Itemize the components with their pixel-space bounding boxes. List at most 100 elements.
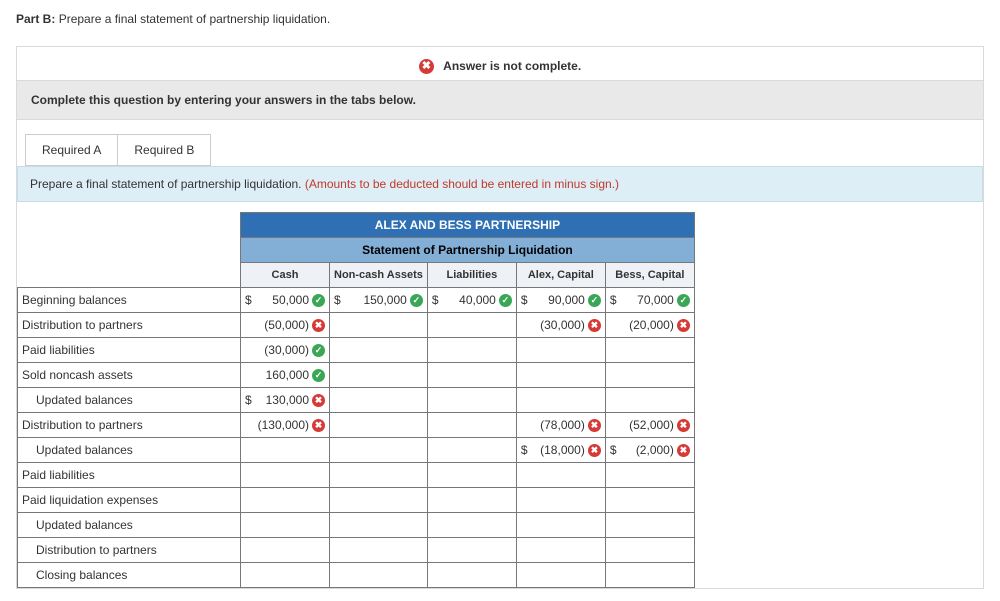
table-cell[interactable]: (50,000)✖ xyxy=(241,313,330,338)
table-cell[interactable] xyxy=(427,513,516,538)
table-cell[interactable] xyxy=(516,488,605,513)
table-row: Updated balances xyxy=(18,513,695,538)
table-cell[interactable] xyxy=(427,463,516,488)
table-cell[interactable] xyxy=(241,463,330,488)
table-cell[interactable]: $150,000✓ xyxy=(330,288,428,313)
table-cell[interactable] xyxy=(330,413,428,438)
table-cell[interactable]: (30,000)✖ xyxy=(516,313,605,338)
table-row: Beginning balances$50,000✓ $150,000 ✓ $40,0… xyxy=(18,288,695,313)
instruction-note: (Amounts to be deducted should be entere… xyxy=(305,177,619,191)
table-cell[interactable] xyxy=(241,563,330,588)
table-cell[interactable] xyxy=(330,313,428,338)
table-cell[interactable] xyxy=(330,338,428,363)
table-cell[interactable] xyxy=(427,338,516,363)
tab-required-b[interactable]: Required B xyxy=(117,134,211,166)
table-row: Sold noncash assets160,000✓ xyxy=(18,363,695,388)
table-row: Closing balances xyxy=(18,563,695,588)
table-cell[interactable]: (78,000)✖ xyxy=(516,413,605,438)
table-cell[interactable] xyxy=(241,488,330,513)
check-icon: ✓ xyxy=(588,294,601,307)
table-cell[interactable] xyxy=(516,463,605,488)
table-cell[interactable] xyxy=(427,563,516,588)
table-cell[interactable] xyxy=(241,513,330,538)
table-cell[interactable] xyxy=(516,338,605,363)
table-cell[interactable] xyxy=(605,563,694,588)
table-cell[interactable]: 160,000✓ xyxy=(241,363,330,388)
row-label: Updated balances xyxy=(18,388,241,413)
table-cell[interactable] xyxy=(427,488,516,513)
table-cell[interactable]: $(18,000)✖ xyxy=(516,438,605,463)
x-icon: ✖ xyxy=(588,419,601,432)
cell-value: (130,000) xyxy=(258,418,309,432)
table-cell[interactable] xyxy=(605,338,694,363)
cell-value: (30,000) xyxy=(264,343,309,357)
col-alex: Alex, Capital xyxy=(516,263,605,288)
row-label: Closing balances xyxy=(18,563,241,588)
table-cell[interactable] xyxy=(427,438,516,463)
table-cell[interactable]: $70,000✓ xyxy=(605,288,694,313)
table-cell[interactable] xyxy=(330,563,428,588)
cell-value: (20,000) xyxy=(629,318,674,332)
table-cell[interactable] xyxy=(605,388,694,413)
completion-alert: ✖ Answer is not complete. xyxy=(17,47,983,80)
table-cell[interactable]: $90,000✓ xyxy=(516,288,605,313)
table-cell[interactable] xyxy=(330,538,428,563)
table-cell[interactable]: $130,000✖ xyxy=(241,388,330,413)
table-cell[interactable] xyxy=(427,388,516,413)
dollar-sign: $ xyxy=(610,293,620,307)
table-cell[interactable] xyxy=(330,488,428,513)
table-cell[interactable] xyxy=(516,388,605,413)
dollar-sign: $ xyxy=(610,443,620,457)
x-icon: ✖ xyxy=(677,319,690,332)
x-icon: ✖ xyxy=(312,419,325,432)
table-cell[interactable] xyxy=(427,538,516,563)
cell-value: 70,000 xyxy=(637,293,674,307)
cell-value: (2,000) xyxy=(636,443,674,457)
table-cell[interactable] xyxy=(330,438,428,463)
table-cell[interactable] xyxy=(605,363,694,388)
cell-value: (18,000) xyxy=(540,443,585,457)
table-cell[interactable] xyxy=(516,538,605,563)
table-cell[interactable] xyxy=(516,563,605,588)
table-cell[interactable] xyxy=(427,413,516,438)
alert-text: Answer is not complete. xyxy=(443,59,581,73)
table-cell[interactable] xyxy=(427,313,516,338)
table-cell[interactable]: $50,000✓ xyxy=(241,288,330,313)
table-cell[interactable]: $40,000✓ xyxy=(427,288,516,313)
tab-required-a[interactable]: Required A xyxy=(25,134,118,166)
table-cell[interactable] xyxy=(330,463,428,488)
table-cell[interactable] xyxy=(605,513,694,538)
check-icon: ✓ xyxy=(312,344,325,357)
table-cell[interactable]: $(2,000)✖ xyxy=(605,438,694,463)
table-cell[interactable] xyxy=(605,488,694,513)
tabs: Required A Required B xyxy=(17,120,983,166)
liquidation-table: ALEX AND BESS PARTNERSHIP Statement of P… xyxy=(17,212,695,588)
cell-value: (78,000) xyxy=(540,418,585,432)
table-cell[interactable]: (20,000)✖ xyxy=(605,313,694,338)
table-cell[interactable] xyxy=(241,538,330,563)
table-cell[interactable] xyxy=(516,363,605,388)
check-icon: ✓ xyxy=(410,294,423,307)
table-cell[interactable] xyxy=(605,463,694,488)
table-cell[interactable] xyxy=(605,538,694,563)
table-cell[interactable]: (52,000)✖ xyxy=(605,413,694,438)
check-icon: ✓ xyxy=(312,294,325,307)
info-bar: Complete this question by entering your … xyxy=(17,80,983,120)
instruction-bar: Prepare a final statement of partnership… xyxy=(17,166,983,202)
table-cell[interactable] xyxy=(516,513,605,538)
table-cell[interactable] xyxy=(427,363,516,388)
cell-value: 150,000 xyxy=(363,293,406,307)
table-cell[interactable]: (30,000)✓ xyxy=(241,338,330,363)
table-cell[interactable] xyxy=(330,363,428,388)
table-title: ALEX AND BESS PARTNERSHIP xyxy=(241,213,695,238)
table-cell[interactable]: (130,000)✖ xyxy=(241,413,330,438)
cell-value: 90,000 xyxy=(548,293,585,307)
table-cell[interactable] xyxy=(241,438,330,463)
instruction-main: Prepare a final statement of partnership… xyxy=(30,177,305,191)
row-label: Beginning balances xyxy=(18,288,241,313)
row-label: Updated balances xyxy=(18,438,241,463)
table-row: Distribution to partners(130,000)✖(78,00… xyxy=(18,413,695,438)
table-cell[interactable] xyxy=(330,513,428,538)
table-cell[interactable] xyxy=(330,388,428,413)
table-row: Updated balances$(18,000)✖$(2,000)✖ xyxy=(18,438,695,463)
